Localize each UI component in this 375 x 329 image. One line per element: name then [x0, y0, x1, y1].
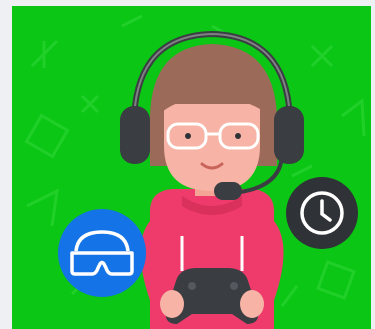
hero-illustration-card — [12, 6, 371, 329]
clock-badge — [286, 177, 358, 249]
gamer-illustration — [12, 6, 371, 329]
vr-badge — [58, 209, 146, 297]
